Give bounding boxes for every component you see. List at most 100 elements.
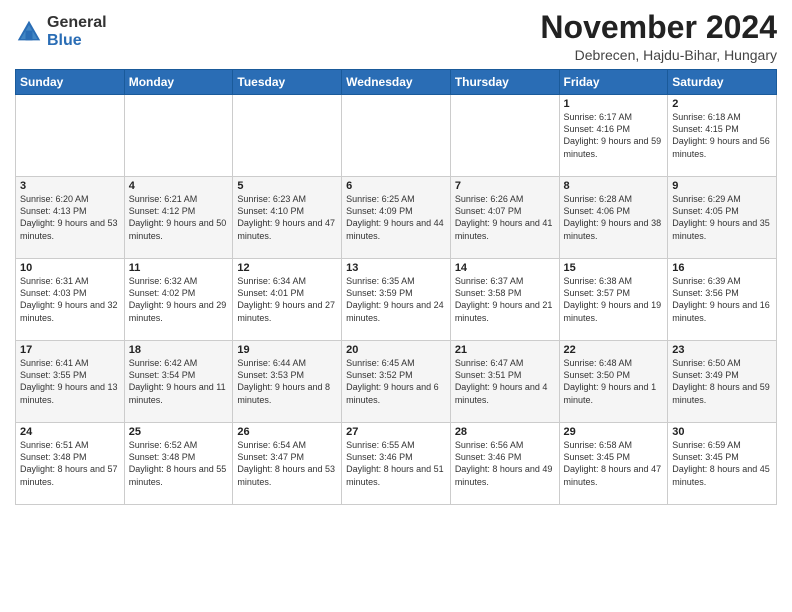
- logo: General Blue: [15, 14, 107, 49]
- day-number: 28: [455, 426, 555, 438]
- col-wednesday: Wednesday: [342, 70, 451, 95]
- col-monday: Monday: [124, 70, 233, 95]
- day-info: Sunrise: 6:52 AMSunset: 3:48 PMDaylight:…: [129, 439, 229, 488]
- day-info: Sunrise: 6:47 AMSunset: 3:51 PMDaylight:…: [455, 357, 555, 406]
- day-info: Sunrise: 6:58 AMSunset: 3:45 PMDaylight:…: [564, 439, 664, 488]
- day-info: Sunrise: 6:54 AMSunset: 3:47 PMDaylight:…: [237, 439, 337, 488]
- cell-w1-d4: 7Sunrise: 6:26 AMSunset: 4:07 PMDaylight…: [450, 177, 559, 259]
- day-number: 8: [564, 180, 664, 192]
- day-number: 6: [346, 180, 446, 192]
- cell-w3-d6: 23Sunrise: 6:50 AMSunset: 3:49 PMDayligh…: [668, 341, 777, 423]
- calendar-header-row: Sunday Monday Tuesday Wednesday Thursday…: [16, 70, 777, 95]
- day-number: 26: [237, 426, 337, 438]
- day-number: 14: [455, 262, 555, 274]
- cell-w4-d2: 26Sunrise: 6:54 AMSunset: 3:47 PMDayligh…: [233, 423, 342, 505]
- cell-w0-d6: 2Sunrise: 6:18 AMSunset: 4:15 PMDaylight…: [668, 95, 777, 177]
- day-number: 12: [237, 262, 337, 274]
- col-sunday: Sunday: [16, 70, 125, 95]
- day-info: Sunrise: 6:28 AMSunset: 4:06 PMDaylight:…: [564, 193, 664, 242]
- cell-w1-d6: 9Sunrise: 6:29 AMSunset: 4:05 PMDaylight…: [668, 177, 777, 259]
- day-number: 2: [672, 98, 772, 110]
- cell-w1-d5: 8Sunrise: 6:28 AMSunset: 4:06 PMDaylight…: [559, 177, 668, 259]
- col-tuesday: Tuesday: [233, 70, 342, 95]
- cell-w3-d4: 21Sunrise: 6:47 AMSunset: 3:51 PMDayligh…: [450, 341, 559, 423]
- month-title: November 2024: [540, 10, 777, 45]
- day-info: Sunrise: 6:48 AMSunset: 3:50 PMDaylight:…: [564, 357, 664, 406]
- day-number: 11: [129, 262, 229, 274]
- day-number: 3: [20, 180, 120, 192]
- cell-w3-d0: 17Sunrise: 6:41 AMSunset: 3:55 PMDayligh…: [16, 341, 125, 423]
- cell-w3-d2: 19Sunrise: 6:44 AMSunset: 3:53 PMDayligh…: [233, 341, 342, 423]
- week-row-3: 17Sunrise: 6:41 AMSunset: 3:55 PMDayligh…: [16, 341, 777, 423]
- day-info: Sunrise: 6:56 AMSunset: 3:46 PMDaylight:…: [455, 439, 555, 488]
- cell-w2-d2: 12Sunrise: 6:34 AMSunset: 4:01 PMDayligh…: [233, 259, 342, 341]
- week-row-2: 10Sunrise: 6:31 AMSunset: 4:03 PMDayligh…: [16, 259, 777, 341]
- cell-w4-d6: 30Sunrise: 6:59 AMSunset: 3:45 PMDayligh…: [668, 423, 777, 505]
- week-row-4: 24Sunrise: 6:51 AMSunset: 3:48 PMDayligh…: [16, 423, 777, 505]
- day-info: Sunrise: 6:44 AMSunset: 3:53 PMDaylight:…: [237, 357, 337, 406]
- day-info: Sunrise: 6:17 AMSunset: 4:16 PMDaylight:…: [564, 111, 664, 160]
- col-saturday: Saturday: [668, 70, 777, 95]
- logo-blue-text: Blue: [47, 32, 107, 50]
- cell-w2-d1: 11Sunrise: 6:32 AMSunset: 4:02 PMDayligh…: [124, 259, 233, 341]
- cell-w2-d4: 14Sunrise: 6:37 AMSunset: 3:58 PMDayligh…: [450, 259, 559, 341]
- logo-text: General Blue: [47, 14, 107, 49]
- day-number: 5: [237, 180, 337, 192]
- day-info: Sunrise: 6:25 AMSunset: 4:09 PMDaylight:…: [346, 193, 446, 242]
- day-info: Sunrise: 6:20 AMSunset: 4:13 PMDaylight:…: [20, 193, 120, 242]
- cell-w1-d1: 4Sunrise: 6:21 AMSunset: 4:12 PMDaylight…: [124, 177, 233, 259]
- day-info: Sunrise: 6:59 AMSunset: 3:45 PMDaylight:…: [672, 439, 772, 488]
- cell-w2-d6: 16Sunrise: 6:39 AMSunset: 3:56 PMDayligh…: [668, 259, 777, 341]
- cell-w1-d2: 5Sunrise: 6:23 AMSunset: 4:10 PMDaylight…: [233, 177, 342, 259]
- day-number: 18: [129, 344, 229, 356]
- day-info: Sunrise: 6:34 AMSunset: 4:01 PMDaylight:…: [237, 275, 337, 324]
- cell-w4-d1: 25Sunrise: 6:52 AMSunset: 3:48 PMDayligh…: [124, 423, 233, 505]
- day-info: Sunrise: 6:18 AMSunset: 4:15 PMDaylight:…: [672, 111, 772, 160]
- day-number: 10: [20, 262, 120, 274]
- day-number: 13: [346, 262, 446, 274]
- day-number: 16: [672, 262, 772, 274]
- day-info: Sunrise: 6:39 AMSunset: 3:56 PMDaylight:…: [672, 275, 772, 324]
- day-info: Sunrise: 6:31 AMSunset: 4:03 PMDaylight:…: [20, 275, 120, 324]
- day-info: Sunrise: 6:21 AMSunset: 4:12 PMDaylight:…: [129, 193, 229, 242]
- cell-w4-d0: 24Sunrise: 6:51 AMSunset: 3:48 PMDayligh…: [16, 423, 125, 505]
- day-number: 27: [346, 426, 446, 438]
- day-number: 25: [129, 426, 229, 438]
- col-thursday: Thursday: [450, 70, 559, 95]
- cell-w1-d0: 3Sunrise: 6:20 AMSunset: 4:13 PMDaylight…: [16, 177, 125, 259]
- week-row-0: 1Sunrise: 6:17 AMSunset: 4:16 PMDaylight…: [16, 95, 777, 177]
- day-info: Sunrise: 6:38 AMSunset: 3:57 PMDaylight:…: [564, 275, 664, 324]
- logo-icon: [15, 18, 43, 46]
- day-number: 21: [455, 344, 555, 356]
- day-info: Sunrise: 6:29 AMSunset: 4:05 PMDaylight:…: [672, 193, 772, 242]
- day-number: 19: [237, 344, 337, 356]
- day-info: Sunrise: 6:45 AMSunset: 3:52 PMDaylight:…: [346, 357, 446, 406]
- cell-w0-d3: [342, 95, 451, 177]
- day-info: Sunrise: 6:32 AMSunset: 4:02 PMDaylight:…: [129, 275, 229, 324]
- day-number: 30: [672, 426, 772, 438]
- day-info: Sunrise: 6:26 AMSunset: 4:07 PMDaylight:…: [455, 193, 555, 242]
- cell-w3-d1: 18Sunrise: 6:42 AMSunset: 3:54 PMDayligh…: [124, 341, 233, 423]
- cell-w4-d4: 28Sunrise: 6:56 AMSunset: 3:46 PMDayligh…: [450, 423, 559, 505]
- day-info: Sunrise: 6:51 AMSunset: 3:48 PMDaylight:…: [20, 439, 120, 488]
- day-info: Sunrise: 6:41 AMSunset: 3:55 PMDaylight:…: [20, 357, 120, 406]
- cell-w2-d5: 15Sunrise: 6:38 AMSunset: 3:57 PMDayligh…: [559, 259, 668, 341]
- day-number: 7: [455, 180, 555, 192]
- cell-w0-d5: 1Sunrise: 6:17 AMSunset: 4:16 PMDaylight…: [559, 95, 668, 177]
- page: General Blue November 2024 Debrecen, Haj…: [0, 0, 792, 612]
- title-block: November 2024 Debrecen, Hajdu-Bihar, Hun…: [540, 10, 777, 63]
- day-number: 24: [20, 426, 120, 438]
- cell-w2-d3: 13Sunrise: 6:35 AMSunset: 3:59 PMDayligh…: [342, 259, 451, 341]
- day-number: 9: [672, 180, 772, 192]
- cell-w3-d5: 22Sunrise: 6:48 AMSunset: 3:50 PMDayligh…: [559, 341, 668, 423]
- day-number: 20: [346, 344, 446, 356]
- day-number: 15: [564, 262, 664, 274]
- day-number: 1: [564, 98, 664, 110]
- day-info: Sunrise: 6:35 AMSunset: 3:59 PMDaylight:…: [346, 275, 446, 324]
- location-subtitle: Debrecen, Hajdu-Bihar, Hungary: [540, 47, 777, 63]
- cell-w0-d2: [233, 95, 342, 177]
- day-info: Sunrise: 6:50 AMSunset: 3:49 PMDaylight:…: [672, 357, 772, 406]
- cell-w3-d3: 20Sunrise: 6:45 AMSunset: 3:52 PMDayligh…: [342, 341, 451, 423]
- cell-w4-d5: 29Sunrise: 6:58 AMSunset: 3:45 PMDayligh…: [559, 423, 668, 505]
- day-info: Sunrise: 6:55 AMSunset: 3:46 PMDaylight:…: [346, 439, 446, 488]
